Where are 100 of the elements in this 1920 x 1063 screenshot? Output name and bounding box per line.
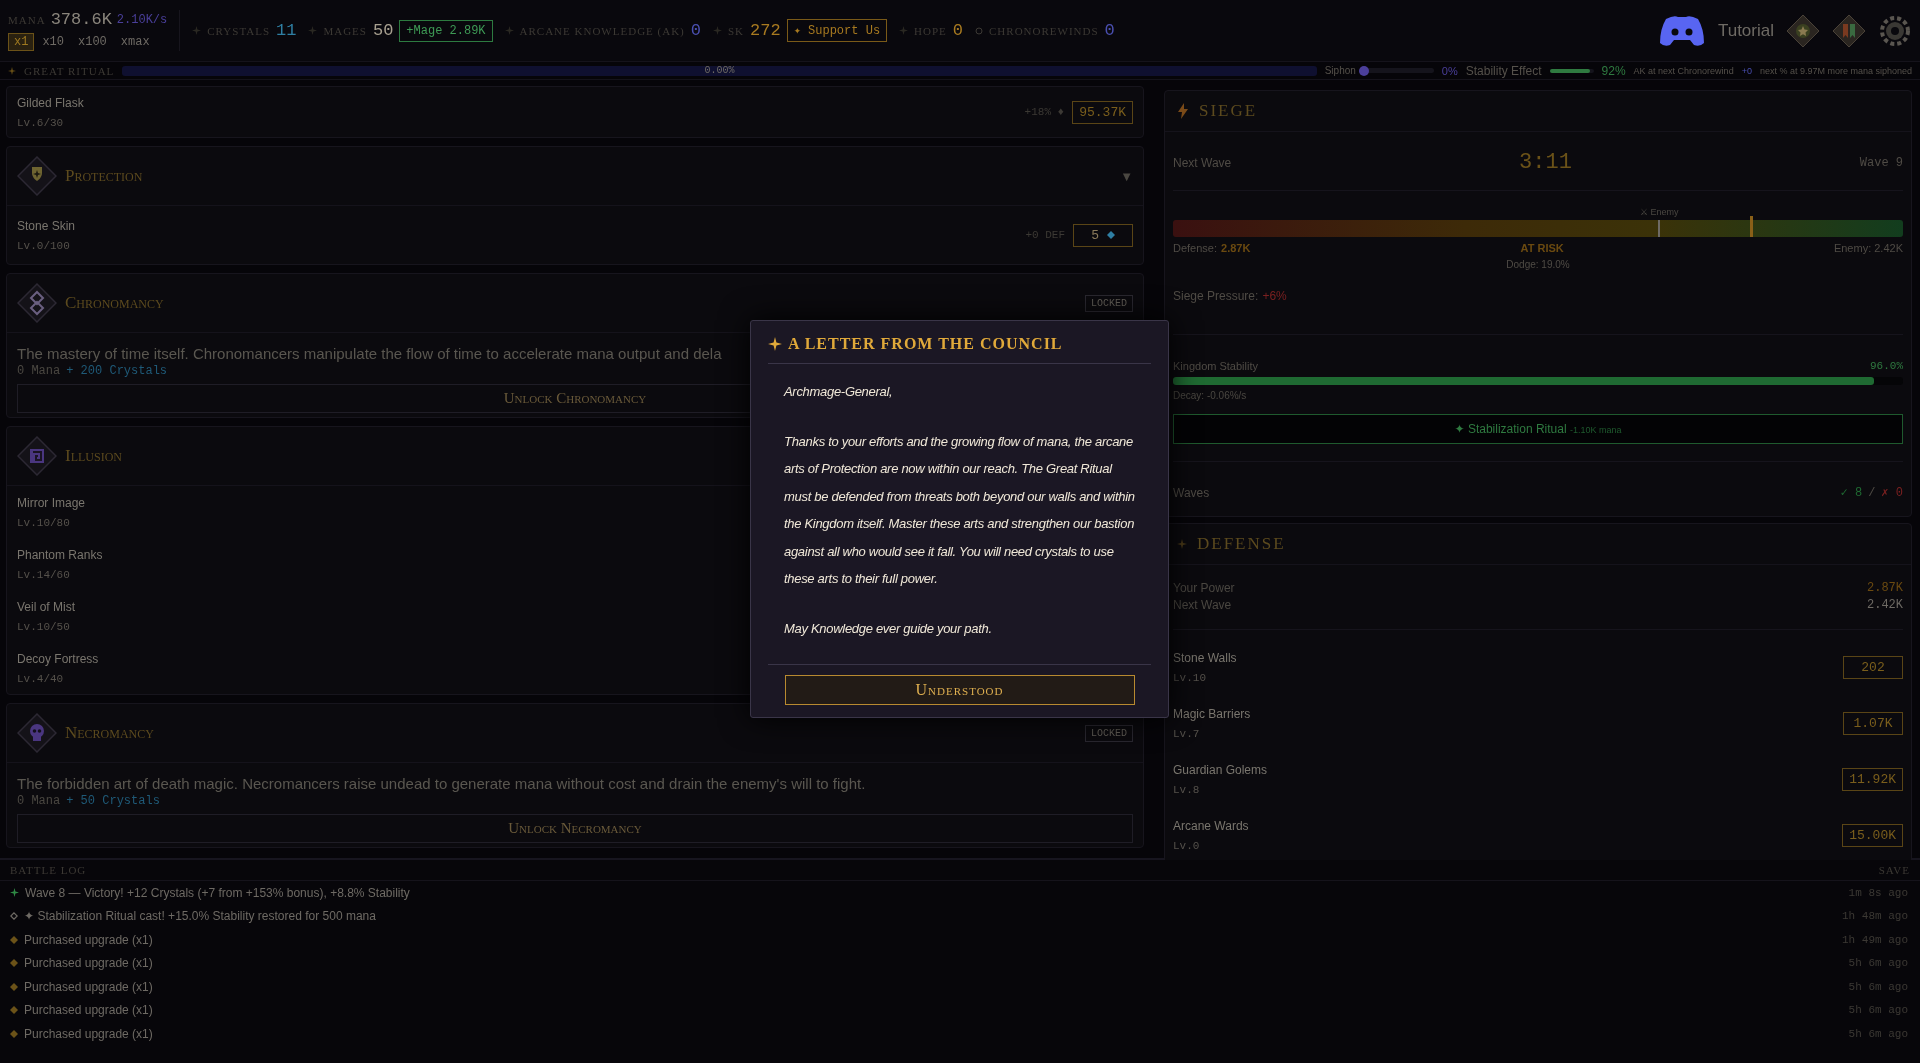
siphon-percent: 0% bbox=[1441, 64, 1458, 77]
multiplier-button[interactable]: xmax bbox=[114, 33, 156, 51]
waves-label: Waves bbox=[1173, 485, 1210, 500]
defense-name: Stone Walls bbox=[1173, 651, 1237, 665]
crystal-icon bbox=[1106, 230, 1115, 239]
siege-pressure-value: +6% bbox=[1262, 289, 1287, 303]
defense-name: Guardian Golems bbox=[1173, 763, 1268, 777]
stat-value: 272 bbox=[750, 21, 781, 40]
defense-cost-button[interactable]: 202 bbox=[1843, 656, 1903, 679]
next-wave-power: 2.42K bbox=[1867, 598, 1903, 612]
diamond-icon bbox=[10, 982, 18, 991]
log-message: Purchased upgrade (x1) bbox=[24, 1003, 154, 1018]
upgrade-cost-button[interactable]: 5 bbox=[1073, 223, 1133, 247]
letter-paragraph: Archmage-General, bbox=[784, 383, 894, 401]
upgrade-level: Lv.4/40 bbox=[17, 672, 64, 685]
banner-icon[interactable] bbox=[1832, 13, 1866, 48]
wins-count: ✓ 8 bbox=[1840, 485, 1863, 500]
star-icon bbox=[192, 26, 202, 35]
defense-cost-button[interactable]: 11.92K bbox=[1842, 768, 1903, 791]
log-message: Wave 8 — Victory! +12 Crystals (+7 from +153% bonus), +8.8% Stability bbox=[25, 885, 411, 900]
stat-action-button[interactable]: +Mage 2.89K bbox=[399, 19, 493, 42]
ak-note-label: AK at next Chronorewind bbox=[1633, 65, 1734, 76]
plus-star-icon bbox=[10, 888, 19, 898]
crystal-cost: + 50 Crystals bbox=[66, 794, 160, 808]
upgrade-level: Lv.14/60 bbox=[17, 568, 70, 581]
school-description: The mastery of time itself. Chronomancers manipulate the flow of time to accelerate mana output and dela bbox=[17, 345, 722, 362]
siege-pressure-label: Siege Pressure: bbox=[1173, 289, 1259, 303]
ritual-percent: 0.00% bbox=[704, 64, 735, 76]
log-message: Purchased upgrade (x1) bbox=[24, 979, 154, 994]
defense-level: Lv.10 bbox=[1173, 672, 1206, 684]
defense-name: Magic Barriers bbox=[1173, 707, 1251, 721]
stability-effect-label: Stability Effect bbox=[1465, 63, 1542, 78]
school-description: The forbidden art of death magic. Necromancers raise undead to generate mana without cost and drain the enemy's will to fight. bbox=[17, 775, 866, 792]
school-title: Chronomancy bbox=[65, 293, 164, 313]
school-title: Necromancy bbox=[65, 723, 154, 743]
star-icon bbox=[504, 26, 514, 35]
star-icon bbox=[712, 26, 722, 35]
star-icon bbox=[768, 337, 782, 351]
diamond-icon bbox=[10, 935, 18, 944]
stat-action-button[interactable]: ✦ Support Us bbox=[786, 19, 888, 42]
stability-label: Kingdom Stability bbox=[1173, 360, 1258, 372]
upgrade-name: Veil of Mist bbox=[17, 599, 76, 614]
log-message: ✦ Stabilization Ritual cast! +15.0% Stability restored for 500 mana bbox=[24, 909, 377, 924]
stability-percent: 96.0% bbox=[1870, 360, 1903, 372]
circle-icon bbox=[975, 26, 983, 35]
upgrade-name: Phantom Ranks bbox=[17, 547, 103, 562]
diamond-icon bbox=[10, 959, 18, 968]
school-emblem-icon bbox=[17, 283, 57, 323]
dialog-title: A LETTER FROM THE COUNCIL bbox=[788, 335, 1063, 353]
defense-value: 2.87K bbox=[1221, 242, 1251, 254]
star-icon bbox=[308, 26, 318, 35]
school-emblem-icon bbox=[17, 436, 57, 476]
settings-icon[interactable] bbox=[1878, 13, 1912, 48]
diamond-icon bbox=[10, 1029, 18, 1038]
school-title: Illusion bbox=[65, 446, 122, 466]
locked-badge: LOCKED bbox=[1085, 294, 1133, 312]
defense-label: Defense: bbox=[1173, 242, 1218, 254]
school-emblem-icon bbox=[17, 713, 57, 753]
defense-level: Lv.0 bbox=[1173, 840, 1200, 852]
unlock-button[interactable]: Unlock Necromancy bbox=[17, 814, 1133, 843]
power-label: Your Power bbox=[1173, 581, 1235, 595]
upgrade-cost-button[interactable]: 95.37K bbox=[1072, 100, 1133, 124]
stability-effect-bar bbox=[1549, 68, 1594, 73]
locked-badge: LOCKED bbox=[1085, 724, 1133, 742]
defense-name: Arcane Wards bbox=[1173, 819, 1249, 833]
upgrade-name: Gilded Flask bbox=[17, 95, 84, 110]
ak-note-detail: next % at 9.97M more mana siphoned bbox=[1759, 65, 1912, 76]
star-icon bbox=[8, 66, 16, 75]
dodge-chance: Dodge: 19.0% bbox=[1506, 259, 1570, 270]
log-message: Purchased upgrade (x1) bbox=[24, 1026, 154, 1041]
sparkle-icon bbox=[1177, 539, 1187, 549]
collapse-toggle[interactable]: ▼ bbox=[1120, 168, 1133, 184]
panel-title: SIEGE bbox=[1199, 101, 1258, 121]
upgrade-level: Lv.6/30 bbox=[17, 116, 64, 129]
mana-value: 378.6K bbox=[50, 10, 112, 29]
upgrade-name: Stone Skin bbox=[17, 218, 76, 233]
enemy-power: Enemy: 2.42K bbox=[1833, 242, 1903, 254]
understood-button[interactable]: Understood bbox=[784, 675, 1135, 705]
letter-paragraph: Thanks to your efforts and the growing flow of mana, the arcane arts of Protection are now within our reach. The Great Ritual must be defended from threats both beyond our walls and within the Kingdom itself. Master these arts and strengthen our bastion against all who would see it fall. You will need crystals to use these arts to their full power. bbox=[784, 432, 1135, 588]
risk-status: AT RISK bbox=[1520, 242, 1564, 254]
ak-note-value: +0 bbox=[1741, 65, 1752, 76]
next-wave-label: Next Wave bbox=[1173, 155, 1232, 170]
stat-value: 50 bbox=[372, 21, 394, 40]
panel-title: DEFENSE bbox=[1197, 534, 1286, 554]
defense-cost-button[interactable]: 15.00K bbox=[1842, 824, 1903, 847]
defense-cost-button[interactable]: 1.07K bbox=[1843, 712, 1903, 735]
log-message: Purchased upgrade (x1) bbox=[24, 932, 154, 947]
stabilization-ritual-button[interactable]: ✦ Stabilization Ritual -1.10K mana bbox=[1173, 414, 1903, 444]
badge-icon[interactable] bbox=[1786, 13, 1820, 48]
wave-number: Wave 9 bbox=[1859, 155, 1903, 170]
lightning-icon bbox=[1177, 103, 1189, 119]
mana-cost: 0 Mana bbox=[17, 364, 61, 378]
letter-paragraph: May Knowledge ever guide your path. bbox=[784, 619, 993, 638]
mana-rate: 2.10K/s bbox=[116, 12, 168, 27]
multiplier-button[interactable]: x1 bbox=[8, 33, 35, 51]
defense-level: Lv.7 bbox=[1173, 728, 1200, 740]
tutorial-link[interactable]: Tutorial bbox=[1717, 20, 1774, 41]
multiplier-button[interactable]: x100 bbox=[72, 33, 113, 51]
mana-cost: 0 Mana bbox=[17, 794, 61, 808]
multiplier-button[interactable]: x10 bbox=[36, 33, 70, 51]
